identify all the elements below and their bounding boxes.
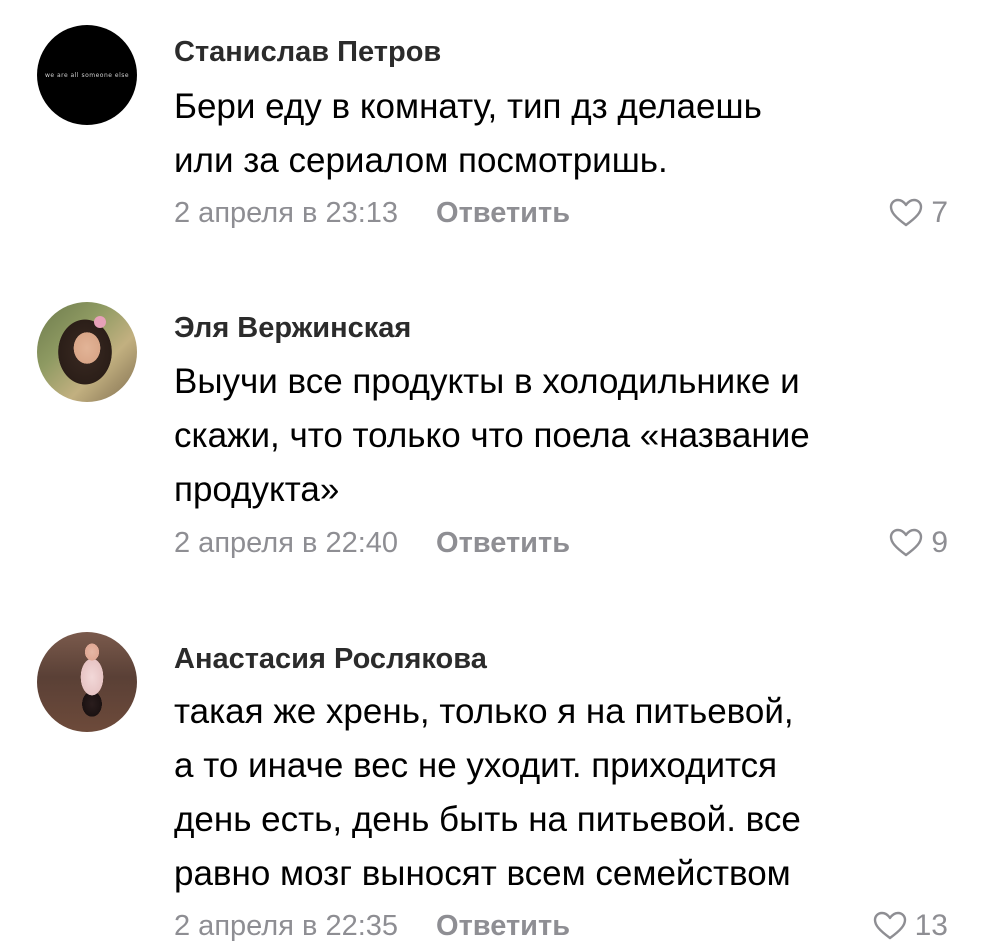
heart-icon — [873, 911, 906, 940]
comment-date: 2 апреля в 23:13 — [174, 196, 399, 229]
avatar[interactable]: we are all someone else — [37, 25, 137, 125]
reply-button[interactable]: Ответить — [436, 527, 570, 560]
comment-text-line: Бери еду в комнату, тип дз делаешь — [174, 87, 762, 126]
author-name[interactable]: Анастасия Рослякова — [174, 643, 487, 676]
avatar[interactable] — [37, 632, 137, 732]
comment-text: Выучи все продукты в холодильнике и скаж… — [174, 355, 954, 517]
like-count: 9 — [931, 526, 948, 559]
comment-text-line: Выучи все продукты в холодильнике и — [174, 362, 800, 401]
comment-text-line: а то иначе вес не уходит. приходится — [174, 746, 778, 785]
avatar-text: we are all someone else — [44, 71, 130, 79]
avatar-flower — [94, 316, 106, 328]
reply-button[interactable]: Ответить — [436, 197, 570, 230]
author-name[interactable]: Станислав Петров — [174, 36, 441, 69]
comment-meta: 2 апреля в 22:40 Ответить 9 — [174, 523, 954, 563]
comment-date: 2 апреля в 22:40 — [174, 526, 399, 559]
heart-icon — [890, 528, 923, 557]
comment-meta: 2 апреля в 23:13 Ответить 7 — [174, 193, 954, 233]
comment-text: Бери еду в комнату, тип дз делаешь или з… — [174, 80, 954, 188]
comment-date: 2 апреля в 22:35 — [174, 909, 399, 942]
comments-feed: we are all someone else Станислав Петров… — [0, 0, 985, 952]
comment-text-line: день есть, день быть на питьевой. все — [174, 800, 801, 839]
heart-icon — [890, 198, 923, 227]
like-button[interactable]: 7 — [889, 193, 948, 233]
reply-button[interactable]: Ответить — [436, 910, 570, 943]
avatar[interactable] — [37, 302, 137, 402]
comment-text-line: скажи, что только что поела «название — [174, 416, 810, 455]
comment-text-line: равно мозг выносят всем семейством — [174, 854, 791, 893]
like-button[interactable]: 13 — [873, 906, 948, 946]
comment-text-line: продукта» — [174, 470, 340, 509]
comment-text-line: такая же хрень, только я на питьевой, — [174, 692, 794, 731]
like-count: 13 — [914, 909, 948, 942]
comment-meta: 2 апреля в 22:35 Ответить 13 — [174, 906, 954, 946]
author-name[interactable]: Эля Вержинская — [174, 312, 411, 345]
comment-text: такая же хрень, только я на питьевой, а … — [174, 685, 954, 901]
like-button[interactable]: 9 — [889, 523, 948, 563]
like-count: 7 — [931, 196, 948, 229]
comment-text-line: или за сериалом посмотришь. — [174, 141, 668, 180]
